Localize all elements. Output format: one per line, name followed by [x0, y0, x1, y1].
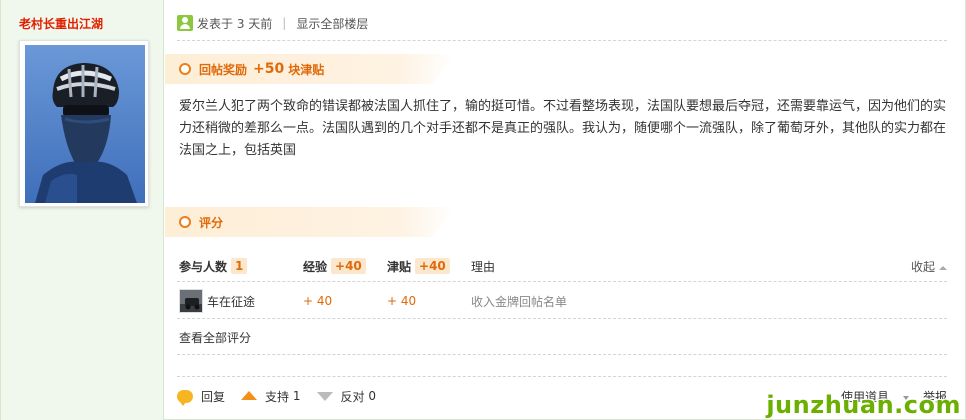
- avatar-image: [25, 45, 145, 203]
- meta-separator: |: [282, 16, 287, 30]
- reward-unit: 块津贴: [288, 62, 325, 77]
- reward-banner: 回帖奖励 +50 块津贴: [165, 54, 455, 84]
- participants-col: 参与人数 1: [179, 258, 303, 275]
- support-label: 支持: [265, 389, 290, 404]
- divider: [177, 376, 947, 377]
- reason-label: 理由: [471, 259, 496, 274]
- author-sidebar: 老村长重出江湖: [1, 0, 164, 420]
- participants-label: 参与人数: [179, 259, 228, 274]
- divider: [177, 281, 947, 282]
- rating-title: 评分: [199, 215, 224, 230]
- collapse-label: 收起: [910, 260, 935, 274]
- site-watermark: junzhuan.com: [766, 391, 961, 419]
- exp-col: 经验 +40: [303, 258, 387, 275]
- post-meta: 发表于 3 天前 | 显示全部楼层: [177, 14, 368, 32]
- support-count: 1: [292, 389, 301, 403]
- exp-label: 经验: [303, 259, 328, 274]
- avatar[interactable]: [25, 45, 145, 203]
- oppose-count: 0: [368, 389, 376, 403]
- divider: [177, 354, 947, 355]
- rater-allowance: + 40: [387, 294, 417, 308]
- rater-reason: 收入金牌回帖名单: [471, 294, 568, 309]
- thumb-up-arrow-icon: [241, 390, 258, 400]
- rating-ring-icon: [179, 216, 191, 228]
- reply-label: 回复: [201, 389, 226, 404]
- post-content: 发表于 3 天前 | 显示全部楼层 回帖奖励 +50 块津贴 爱尔兰人犯了两个致…: [165, 0, 965, 420]
- user-online-icon: [177, 15, 193, 31]
- reward-amount: +50: [253, 61, 285, 77]
- allowance-label: 津贴: [387, 259, 412, 274]
- avatar-frame: [19, 40, 149, 207]
- reward-ring-icon: [179, 63, 191, 75]
- allowance-total: +40: [415, 258, 450, 274]
- rating-header: 参与人数 1 经验 +40 津贴 +40 理由 收起: [179, 256, 947, 276]
- post-container: 老村长重出江湖 发表于 3 天前 | 显示全部楼层 回帖奖励 +50 块津贴 爱…: [0, 0, 966, 420]
- caret-up-icon: [939, 265, 947, 270]
- post-body: 爱尔兰人犯了两个致命的错误都被法国人抓住了，输的挺可惜。不过看整场表现，法国队要…: [179, 99, 947, 158]
- thumb-down-arrow-icon: [316, 391, 333, 401]
- view-all-ratings-link[interactable]: 查看全部评分: [179, 329, 251, 346]
- reply-button[interactable]: 回复: [177, 388, 226, 406]
- reward-label: 回帖奖励: [199, 62, 248, 77]
- reason-col: 理由: [471, 258, 495, 275]
- oppose-label: 反对: [340, 389, 365, 404]
- rater-name-link[interactable]: 车在征途: [207, 293, 255, 310]
- exp-total: +40: [331, 258, 366, 274]
- rating-row: 车在征途 + 40 + 40 收入金牌回帖名单: [179, 288, 947, 314]
- rater-avatar-image: [180, 290, 202, 312]
- divider: [177, 318, 947, 319]
- post-time: 发表于 3 天前: [197, 16, 273, 31]
- participants-count: 1: [231, 258, 248, 274]
- allowance-col: 津贴 +40: [387, 258, 471, 275]
- collapse-button[interactable]: 收起: [911, 258, 947, 275]
- oppose-button[interactable]: 反对 0: [316, 388, 376, 405]
- rating-banner: 评分: [165, 207, 455, 237]
- author-name-link[interactable]: 老村长重出江湖: [19, 15, 103, 32]
- rater-exp: + 40: [303, 294, 333, 308]
- divider: [177, 40, 947, 41]
- show-all-floors-link[interactable]: 显示全部楼层: [296, 15, 368, 32]
- rater-cell: 车在征途: [179, 289, 303, 313]
- reply-bubble-icon: [177, 389, 193, 406]
- support-button[interactable]: 支持 1: [241, 388, 301, 405]
- rater-avatar[interactable]: [179, 289, 203, 313]
